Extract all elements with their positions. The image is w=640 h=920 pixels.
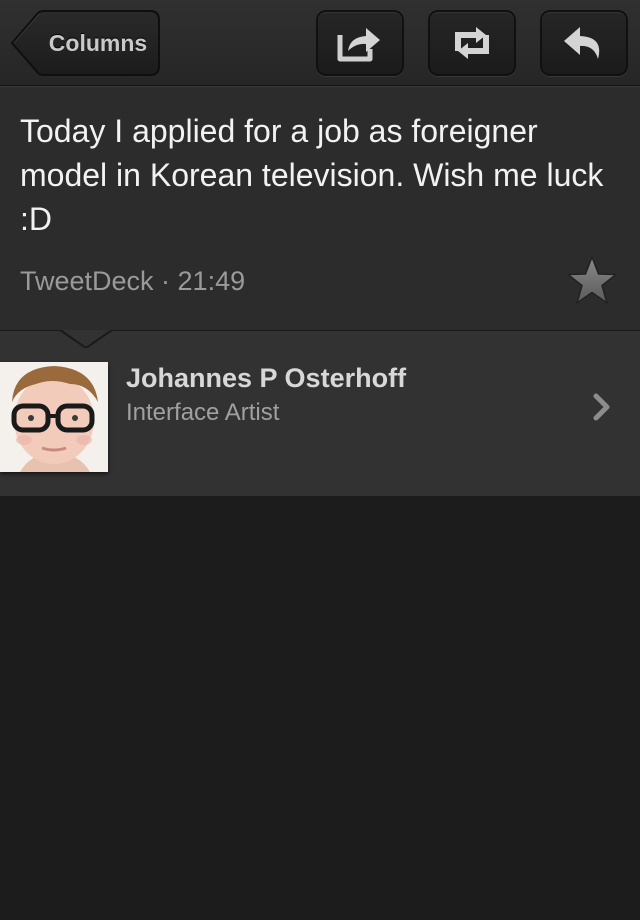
retweet-icon	[455, 27, 489, 59]
share-icon	[337, 28, 380, 62]
empty-area	[0, 496, 640, 920]
author-name: Johannes P Osterhoff	[126, 363, 407, 393]
tweet-detail-screen: Columns Today I applied for a job as for…	[0, 0, 640, 920]
tweet-text: Today I applied for a job as foreigner m…	[20, 113, 604, 237]
author-title: Interface Artist	[126, 399, 280, 426]
panel-notch	[60, 328, 112, 348]
tweet-panel: Today I applied for a job as foreigner m…	[0, 86, 640, 330]
tweet-meta: TweetDeck · 21:49	[20, 266, 246, 296]
share-button[interactable]	[316, 10, 404, 76]
columns-back-label: Columns	[48, 30, 148, 56]
reply-icon	[564, 27, 600, 59]
columns-back-button[interactable]: Columns	[10, 10, 160, 76]
chevron-right-icon[interactable]	[592, 393, 612, 421]
retweet-button[interactable]	[428, 10, 516, 76]
avatar-photo	[0, 362, 108, 472]
star-icon[interactable]	[566, 255, 618, 307]
toolbar: Columns	[0, 0, 640, 86]
reply-button[interactable]	[540, 10, 628, 76]
avatar[interactable]	[0, 362, 108, 472]
